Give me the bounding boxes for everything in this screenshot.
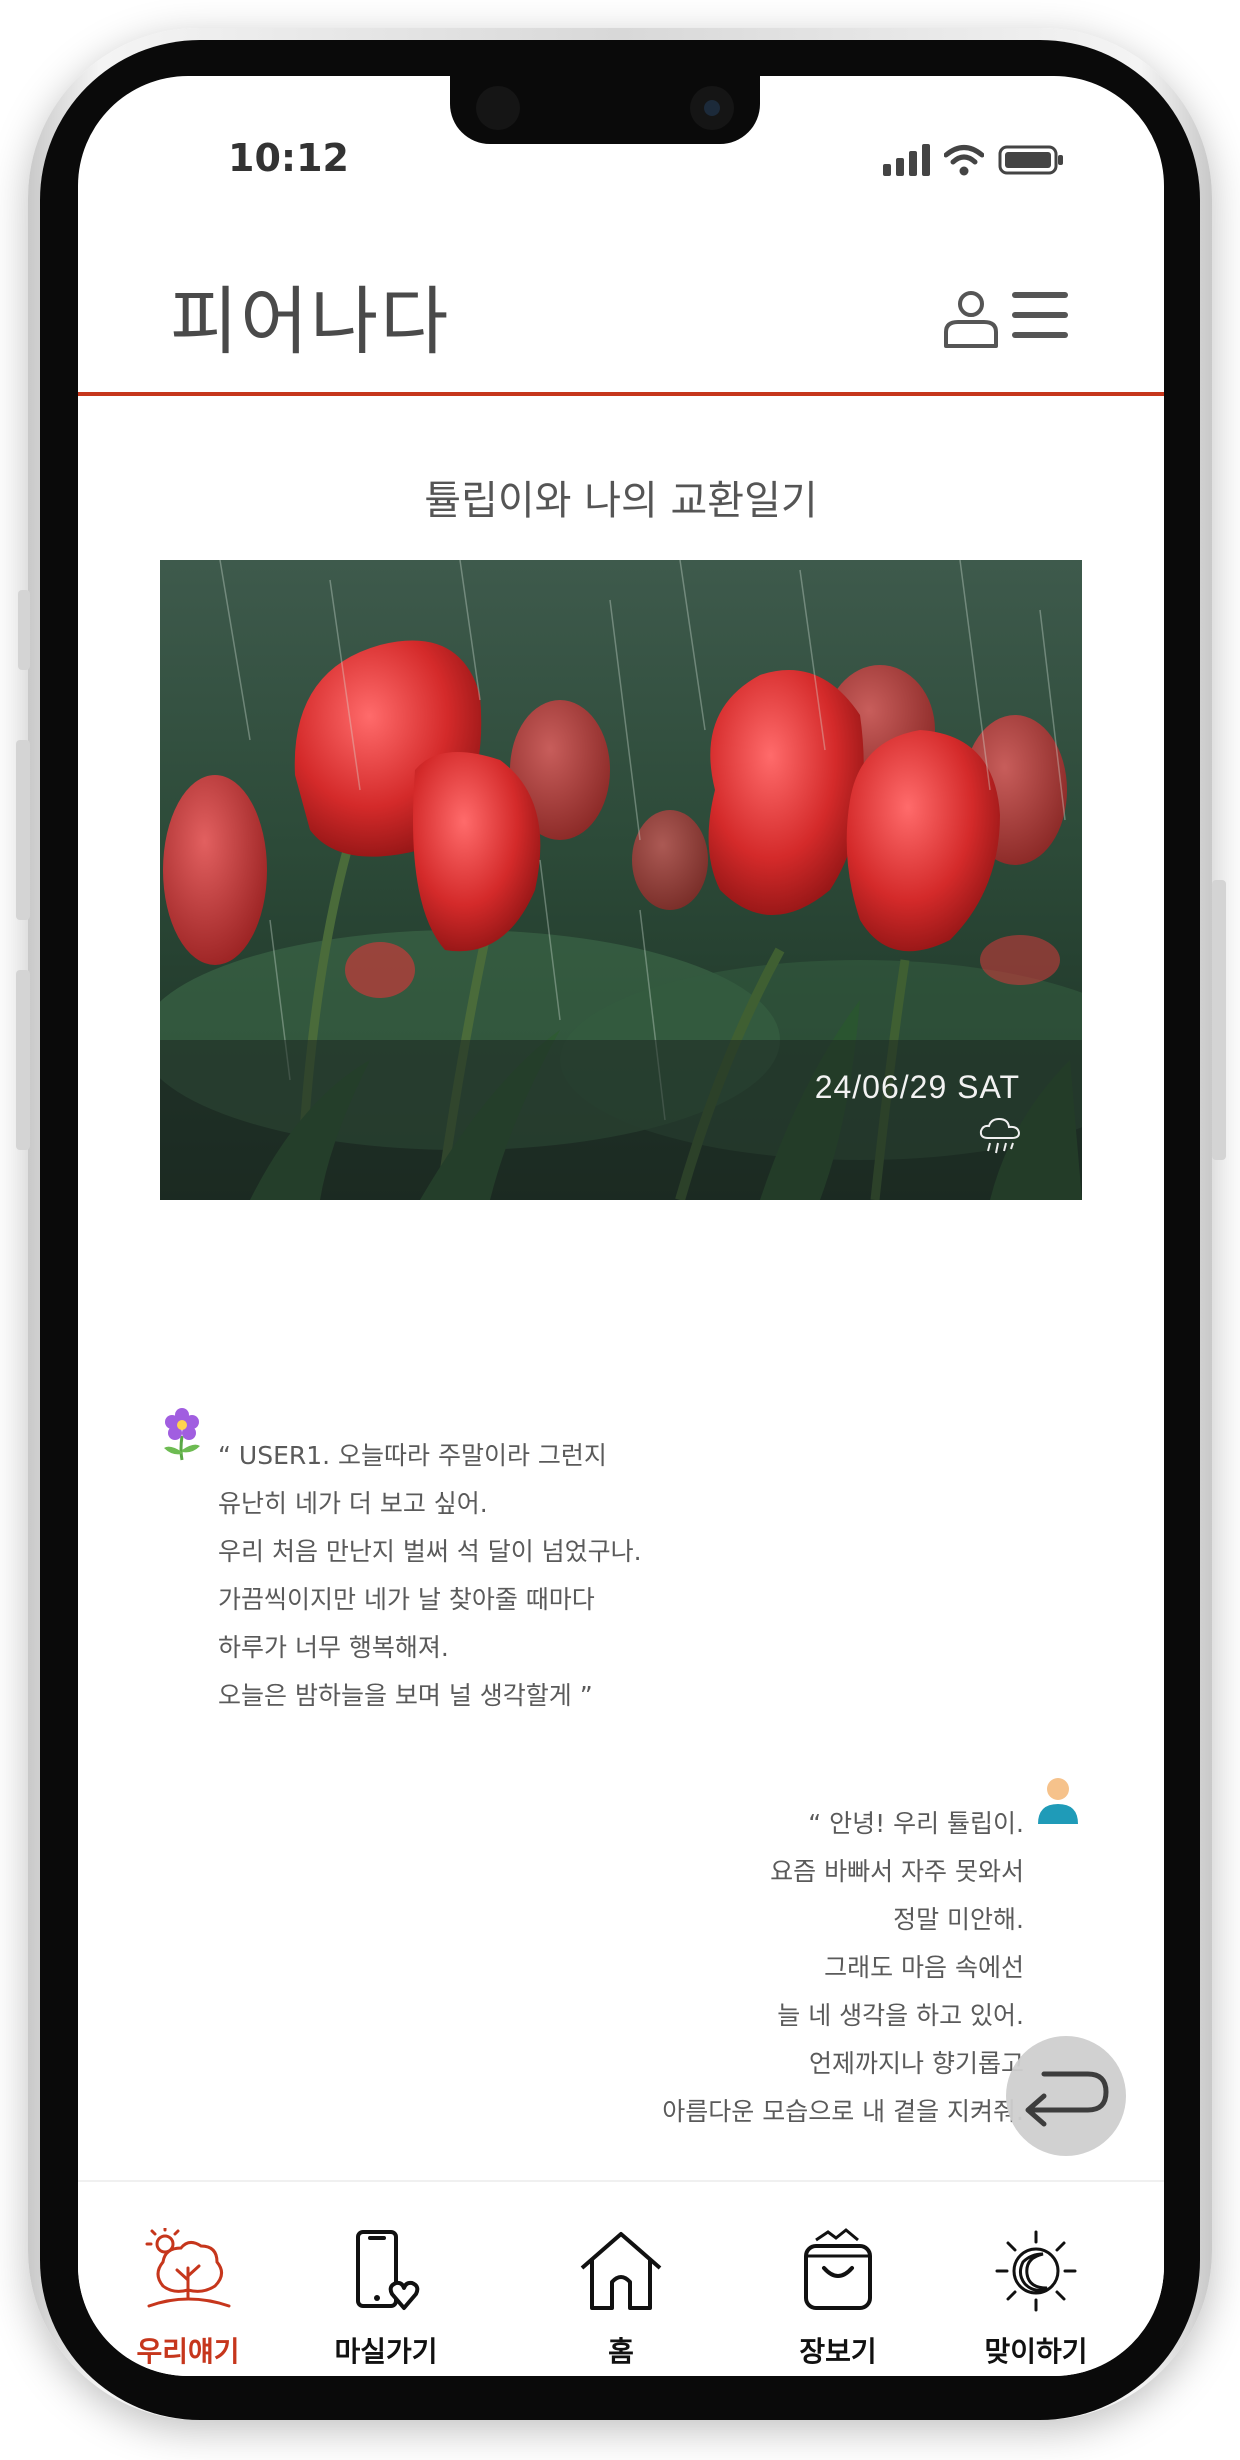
app-title: 피어나다 bbox=[170, 279, 451, 365]
diary-title: 튤립이와 나의 교환일기 bbox=[424, 478, 818, 524]
message-line: 늘 네 생각을 하고 있어. bbox=[777, 2001, 1024, 2030]
status-time: 10:12 bbox=[228, 136, 349, 180]
rain-cloud-icon bbox=[978, 1116, 1022, 1156]
nav-item-shopping[interactable]: 장보기 bbox=[748, 2182, 928, 2376]
photo-caption-overlay bbox=[160, 1040, 1082, 1200]
volume-down-button bbox=[16, 970, 30, 1150]
message-left: “ USER1. 오늘따라 주말이라 그런지 유난히 네가 더 보고 싶어. 우… bbox=[218, 1432, 818, 1720]
header-divider bbox=[78, 392, 1164, 396]
phone-screen: 10:12 피어나다 튤립이와 나의 교환일기 24/06/29 SAT “ U… bbox=[78, 76, 1164, 2376]
message-line: 오늘은 밤하늘을 보며 널 생각할게 ” bbox=[218, 1681, 593, 1710]
message-line: 하루가 너무 행복해져. bbox=[218, 1633, 449, 1662]
message-line: 가끔씩이지만 네가 날 찾아줄 때마다 bbox=[218, 1585, 595, 1614]
tree-icon bbox=[145, 2228, 231, 2308]
phone-heart-icon bbox=[356, 2230, 420, 2310]
message-line: 요즘 바빠서 자주 못와서 bbox=[770, 1857, 1024, 1886]
message-line: 아름다운 모습으로 내 곁을 지켜줘. bbox=[662, 2097, 1024, 2126]
sensor-icon bbox=[476, 86, 520, 130]
message-right: “ 안녕! 우리 튤립이. 요즘 바빠서 자주 못와서 정말 미안해. 그래도 … bbox=[324, 1800, 1024, 2136]
camera-icon bbox=[690, 86, 734, 130]
diary-photo[interactable]: 24/06/29 SAT bbox=[160, 560, 1082, 1200]
mute-switch bbox=[18, 590, 30, 670]
person-icon bbox=[1034, 1774, 1082, 1830]
flower-icon bbox=[160, 1406, 204, 1462]
nav-label: 우리얘기 bbox=[136, 2335, 240, 2368]
photo-date: 24/06/29 SAT bbox=[814, 1069, 1020, 1105]
wifi-icon bbox=[944, 144, 984, 176]
nav-item-our-story[interactable]: 우리얘기 bbox=[98, 2182, 278, 2376]
message-line: “ 안녕! 우리 튤립이. bbox=[808, 1809, 1024, 1838]
message-line: 그래도 마음 속에선 bbox=[824, 1953, 1024, 1982]
profile-button[interactable] bbox=[938, 286, 1004, 352]
home-icon bbox=[580, 2232, 662, 2310]
return-arrow-icon bbox=[1025, 2071, 1109, 2127]
message-line: 정말 미안해. bbox=[893, 1905, 1024, 1934]
nav-item-home[interactable]: 홈 bbox=[531, 2182, 711, 2376]
nav-item-outing[interactable]: 마실가기 bbox=[296, 2182, 476, 2376]
nav-item-welcome[interactable]: 맞이하기 bbox=[946, 2182, 1126, 2376]
nav-label: 장보기 bbox=[799, 2335, 877, 2368]
message-line: 우리 처음 만난지 벌써 석 달이 넘었구나. bbox=[218, 1537, 642, 1566]
menu-button[interactable] bbox=[1012, 292, 1068, 348]
nav-label: 맞이하기 bbox=[984, 2335, 1088, 2368]
user-icon bbox=[944, 291, 998, 348]
shopping-bag-icon bbox=[804, 2228, 872, 2310]
battery-icon bbox=[998, 144, 1064, 176]
signal-icon bbox=[883, 142, 930, 176]
volume-up-button bbox=[16, 740, 30, 920]
app-header: 피어나다 bbox=[78, 196, 1164, 396]
back-button[interactable] bbox=[1006, 2036, 1126, 2156]
message-line: 언제까지나 향기롭고 bbox=[809, 2049, 1024, 2078]
status-icons bbox=[883, 136, 1064, 176]
power-button bbox=[1212, 880, 1226, 1160]
bottom-nav: 우리얘기 마실가기 홈 장보기 맞이하기 bbox=[78, 2180, 1164, 2376]
nav-label: 홈 bbox=[608, 2335, 634, 2368]
hamburger-icon bbox=[1012, 292, 1068, 338]
nav-label: 마실가기 bbox=[334, 2335, 438, 2368]
message-line: 유난히 네가 더 보고 싶어. bbox=[218, 1489, 488, 1518]
camera-notch bbox=[450, 76, 760, 144]
sun-moon-icon bbox=[995, 2230, 1077, 2312]
message-line: “ USER1. 오늘따라 주말이라 그런지 bbox=[218, 1441, 607, 1470]
